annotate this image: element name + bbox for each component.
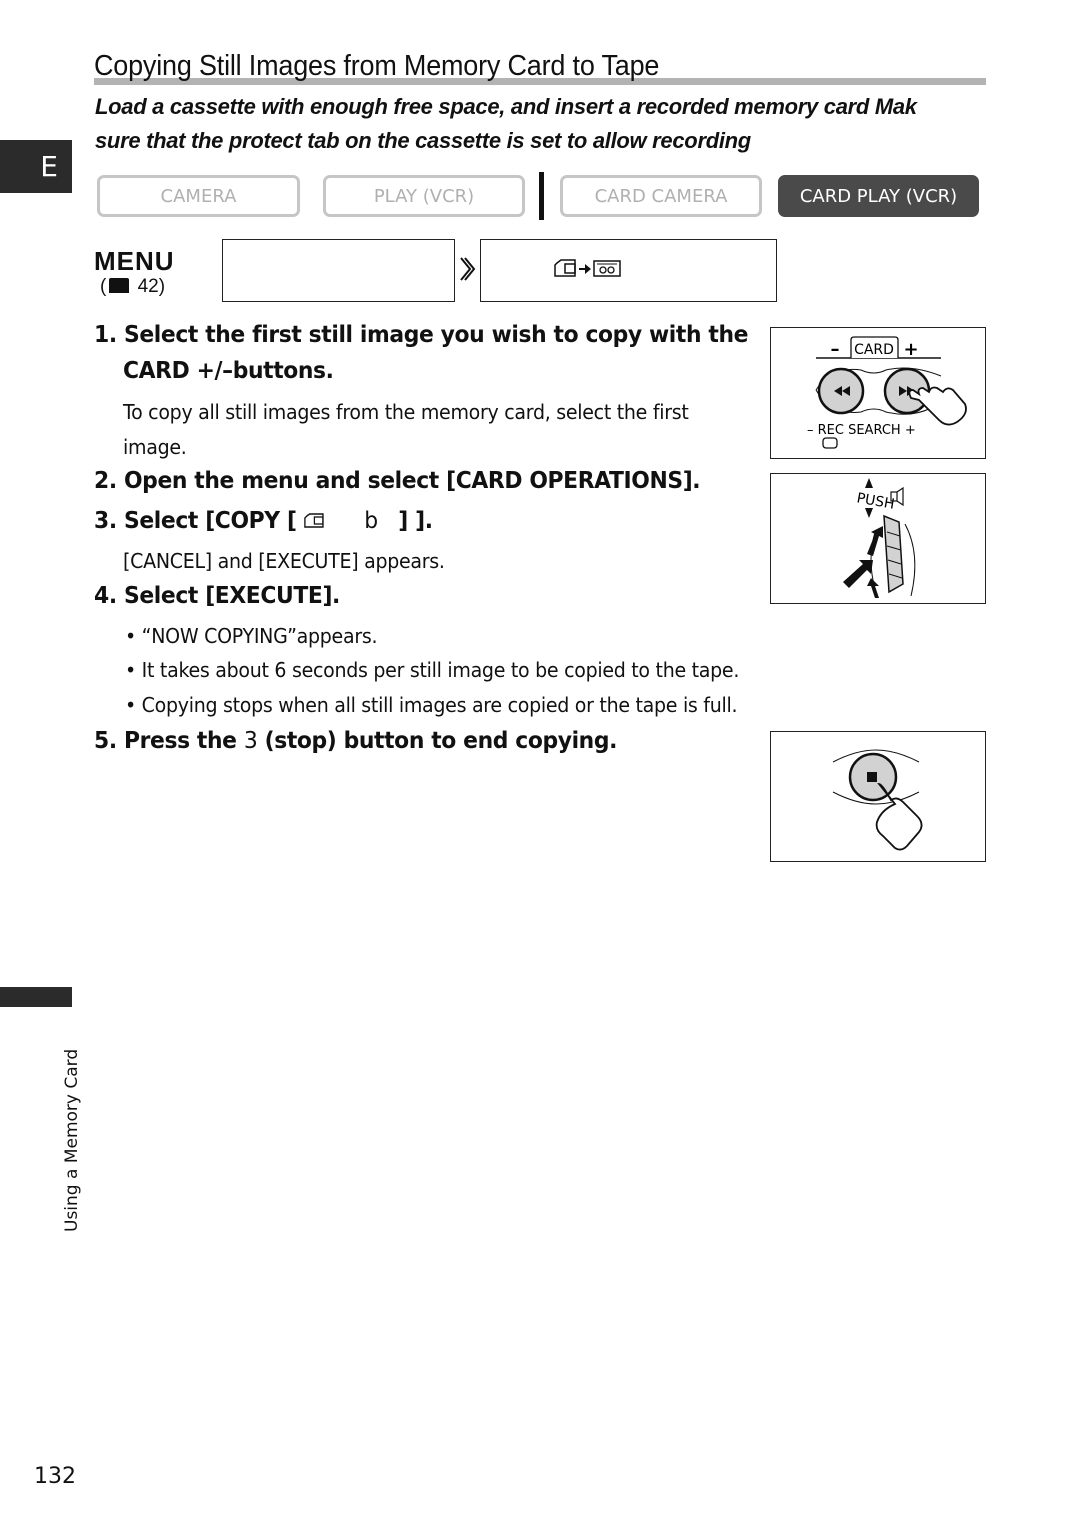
menu-box-2 (480, 239, 777, 302)
step-1: 1. Select the first still image you wish… (94, 322, 748, 348)
stop-button-illustration (770, 731, 986, 862)
step-1-note-line-1: To copy all still images from the memory… (123, 400, 689, 424)
page-title: Copying Still Images from Memory Card to… (94, 50, 660, 82)
language-tab: E (0, 140, 72, 193)
stop-button-icon (832, 749, 923, 851)
step-text: Press the (123, 728, 244, 754)
mode-card-play-vcr: CARD PLAY (VCR) (778, 175, 979, 217)
page-ref-number: 42 (137, 276, 159, 297)
plus-label: + (903, 339, 918, 360)
menu-box-1 (222, 239, 455, 302)
mode-separator (539, 172, 544, 220)
step-number: 3. (94, 508, 117, 534)
step-text: Open the menu and select [CARD OPERATION… (123, 468, 701, 494)
step-4: 4. Select [EXECUTE]. (94, 583, 340, 609)
step-5: 5. Press the 3 (stop) button to end copy… (94, 728, 617, 754)
step-text: Select [EXECUTE]. (123, 583, 340, 609)
menu-label: MENU (94, 246, 175, 276)
language-tab-label: E (40, 150, 58, 183)
bullet-text: “NOW COPYING”appears. (141, 624, 378, 648)
step-number: 5. (94, 728, 117, 754)
minus-label: – (831, 339, 840, 360)
card-label: CARD (854, 342, 894, 358)
mode-card-camera: CARD CAMERA (560, 175, 762, 217)
step-number: 1. (94, 322, 117, 348)
card-buttons-illustration: CARD – + – REC SEARCH + (770, 327, 986, 459)
bullet-text: Copying stops when all still images are … (141, 693, 738, 717)
menu-page-ref: ( 42) (100, 276, 166, 297)
step-1-note-line-2: image. (123, 435, 187, 459)
intro-text-line-2: sure that the protect tab on the cassett… (95, 128, 751, 153)
bullet-text: It takes about 6 seconds per still image… (141, 658, 740, 682)
step-number: 4. (94, 583, 117, 609)
rec-search-label: – REC SEARCH + (807, 423, 916, 438)
card-buttons-icon: CARD – + – REC SEARCH + (807, 336, 967, 449)
bullet-item: • It takes about 6 seconds per still ima… (125, 658, 740, 682)
tape-symbol-glyph: b (364, 508, 378, 534)
step-text: Select [COPY [ (123, 508, 297, 534)
bullet-item: • Copying stops when all still images ar… (125, 693, 738, 717)
step-3-note: [CANCEL] and [EXECUTE] appears. (123, 549, 445, 573)
stop-symbol-glyph: 3 (243, 728, 258, 754)
mode-camera: CAMERA (97, 175, 300, 217)
card-icon (304, 513, 324, 528)
section-tab (0, 987, 72, 1007)
mode-play-vcr: PLAY (VCR) (323, 175, 525, 217)
book-icon (109, 278, 130, 293)
step-1-line-2: CARD +/–buttons. (123, 358, 334, 384)
bullet-item: • “NOW COPYING”appears. (125, 624, 378, 648)
double-chevron-right-icon (460, 257, 476, 281)
step-text: Select the first still image you wish to… (123, 322, 749, 348)
step-text-end: (stop) button to end copying. (257, 728, 618, 754)
push-dial-illustration: PUSH (770, 473, 986, 604)
page-number: 132 (34, 1464, 76, 1489)
rec-review-icon (822, 437, 838, 449)
push-label: PUSH (855, 490, 895, 512)
step-2: 2. Open the menu and select [CARD OPERAT… (94, 468, 701, 494)
intro-text-line-1: Load a cassette with enough free space, … (95, 94, 917, 119)
section-label: Using a Memory Card (62, 1048, 82, 1232)
push-dial-icon: PUSH (843, 478, 916, 598)
card-to-tape-icon (554, 259, 621, 277)
step-number: 2. (94, 468, 117, 494)
step-text-end: ] ]. (398, 508, 433, 534)
step-3: 3. Select [COPY [ b ] ]. (94, 508, 433, 534)
